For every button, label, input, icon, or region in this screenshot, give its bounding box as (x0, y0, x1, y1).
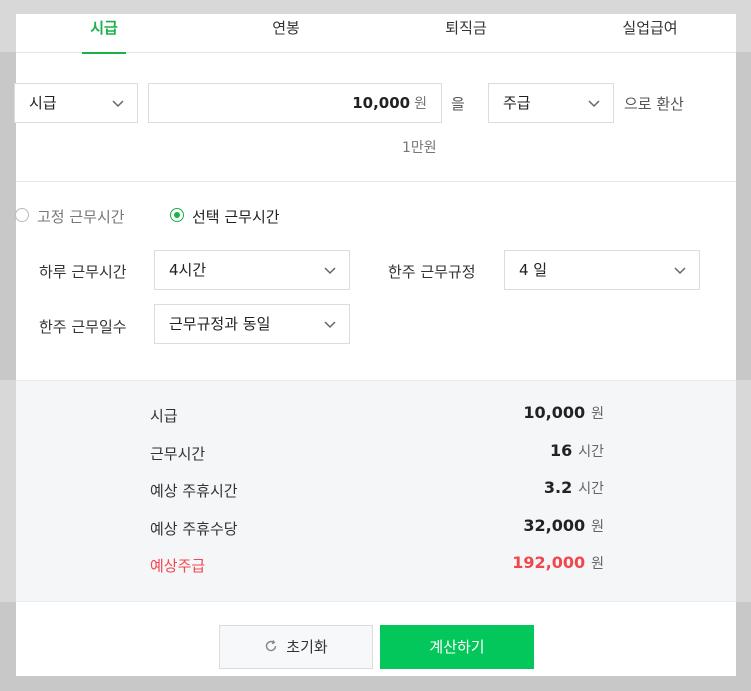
chevron-down-icon (112, 100, 124, 108)
to-unit-select[interactable]: 주급 (488, 83, 614, 123)
reset-button[interactable]: 초기화 (219, 625, 373, 669)
result-label: 예상 주휴수당 (150, 520, 238, 538)
result-label: 예상주급 (150, 557, 206, 575)
chevron-down-icon (324, 321, 336, 329)
calculate-button-label: 계산하기 (429, 638, 485, 656)
weekly-days-label: 한주 근무일수 (39, 318, 127, 336)
result-label: 예상 주휴시간 (150, 482, 238, 500)
radio-flexible-hours-label: 선택 근무시간 (192, 208, 280, 226)
tab-unemployment[interactable]: 실업급여 (610, 14, 690, 53)
convert-suffix: 으로 환산 (624, 95, 684, 113)
particle-text: 을 (451, 95, 465, 113)
result-value: 10,000 원 (523, 403, 604, 422)
result-value: 16 시간 (549, 441, 604, 460)
weekly-days-value: 근무규정과 동일 (169, 315, 271, 333)
weekly-days-select[interactable]: 근무규정과 동일 (154, 304, 350, 344)
from-unit-select[interactable]: 시급 (14, 83, 138, 123)
result-value: 192,000 원 (512, 553, 604, 572)
result-value: 3.2 시간 (543, 478, 604, 497)
chevron-down-icon (324, 267, 336, 275)
amount-value: 10,000 (352, 94, 411, 112)
radio-flexible-hours[interactable]: 선택 근무시간 (170, 206, 310, 226)
result-row-weekly-rest-hours: 예상 주휴시간 3.2 시간 (16, 478, 736, 502)
radio-circle (15, 208, 29, 222)
amount-unit: 원 (414, 96, 427, 112)
to-unit-value: 주급 (503, 94, 531, 112)
result-value: 32,000 원 (523, 516, 604, 535)
daily-hours-select[interactable]: 4시간 (154, 250, 350, 290)
result-row-hourly: 시급 10,000 원 (16, 403, 736, 427)
radio-circle-selected (170, 208, 184, 222)
amount-hint: 1만원 (402, 140, 437, 156)
result-section: 시급 10,000 원 근무시간 16 시간 예상 주휴시간 3.2 시간 예상 주휴… (16, 380, 736, 602)
radio-fixed-hours[interactable]: 고정 근무시간 (15, 206, 145, 226)
tab-bar: 시급 연봉 퇴직금 실업급여 (16, 14, 736, 54)
result-row-work-hours: 근무시간 16 시간 (16, 441, 736, 465)
chevron-down-icon (674, 267, 686, 275)
result-label: 시급 (150, 407, 178, 425)
refresh-icon (266, 640, 277, 652)
chevron-down-icon (588, 100, 600, 108)
daily-hours-value: 4시간 (169, 261, 207, 279)
calculate-button[interactable]: 계산하기 (380, 625, 534, 669)
tab-hourly[interactable]: 시급 (82, 14, 126, 54)
weekly-rule-label: 한주 근무규정 (388, 263, 476, 281)
result-label: 근무시간 (150, 445, 206, 463)
reset-button-label: 초기화 (286, 638, 328, 656)
result-row-weekly-pay: 예상주급 192,000 원 (16, 553, 736, 577)
tab-annual-salary[interactable]: 연봉 (264, 14, 308, 53)
from-unit-value: 시급 (29, 94, 57, 112)
section-divider (16, 181, 736, 182)
result-row-weekly-rest-pay: 예상 주휴수당 32,000 원 (16, 516, 736, 540)
daily-hours-label: 하루 근무시간 (39, 263, 127, 281)
amount-input[interactable]: 10,000 원 (148, 83, 442, 123)
calculator-panel: 시급 연봉 퇴직금 실업급여 시급 10,000 원 을 주급 으로 환산 1만원… (14, 14, 736, 676)
weekly-rule-select[interactable]: 4 일 (504, 250, 700, 290)
weekly-rule-value: 4 일 (519, 261, 548, 279)
radio-fixed-hours-label: 고정 근무시간 (37, 208, 125, 226)
tab-severance[interactable]: 퇴직금 (434, 14, 498, 53)
